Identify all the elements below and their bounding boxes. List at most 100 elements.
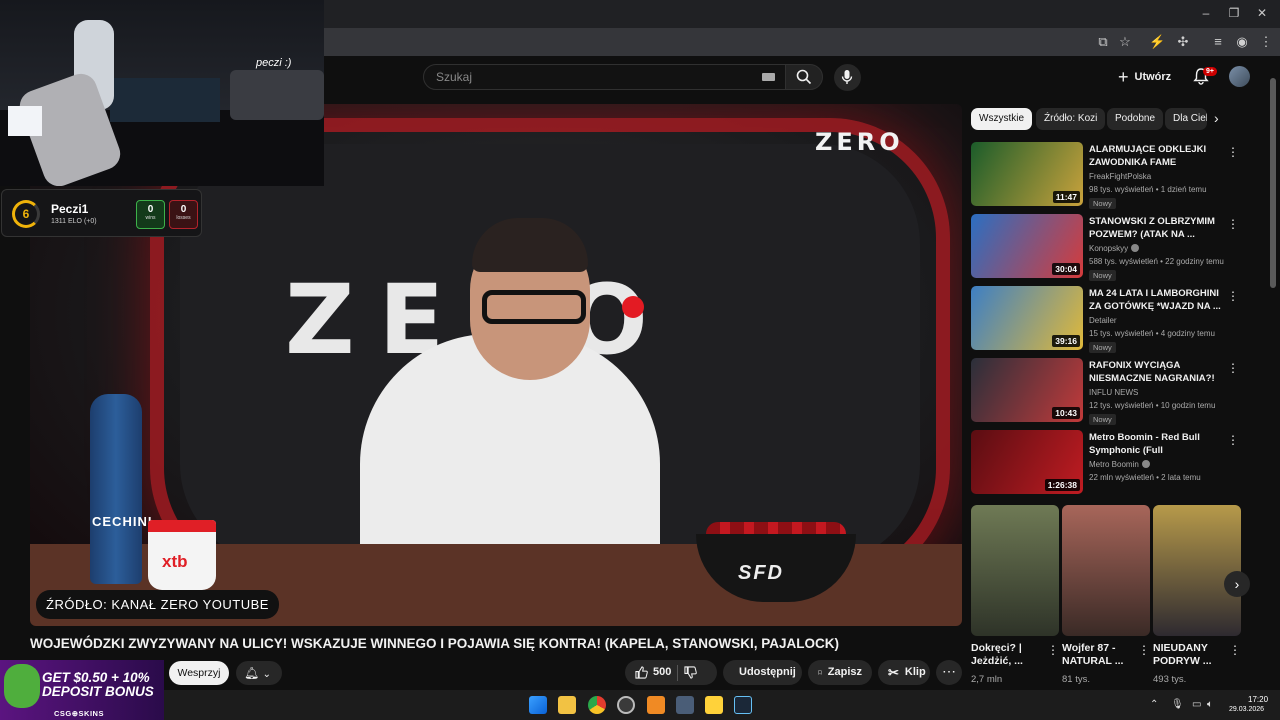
more-vertical-icon[interactable]: ⋮ — [1227, 361, 1239, 375]
more-vertical-icon[interactable]: ⋮ — [1229, 643, 1241, 657]
save-button[interactable]: Zapisz — [808, 660, 872, 685]
keyboard-icon[interactable] — [762, 73, 775, 81]
more-vertical-icon[interactable]: ⋮ — [1227, 289, 1239, 303]
display-icon[interactable]: ▭ — [1192, 699, 1201, 710]
windows-start-icon[interactable] — [529, 696, 547, 714]
microphone-icon — [841, 70, 853, 84]
share-button[interactable]: Udostępnij — [723, 660, 802, 685]
recommendation-thumbnail[interactable]: 1:26:38 — [971, 430, 1083, 494]
clock-date[interactable]: 29.03.2026 — [1229, 706, 1264, 713]
water-bottle — [90, 394, 142, 584]
more-vertical-icon[interactable]: ⋮ — [1047, 643, 1059, 657]
mug-band — [148, 520, 216, 532]
support-button[interactable]: Wesprzyj — [169, 661, 229, 685]
account-avatar[interactable] — [1229, 66, 1250, 87]
new-badge: Nowy — [1089, 270, 1116, 281]
recommendation-item[interactable]: 30:04 STANOWSKI Z OLBRZYMIM POZWEM? (ATAK… — [971, 214, 1241, 281]
recommendation-title[interactable]: ALARMUJĄCE ODKLEJKI ZAWODNIKA FAME (TAŃC… — [1089, 144, 1221, 169]
chevron-right-icon[interactable]: › — [1214, 110, 1219, 126]
streamer-webcam: peczi :) — [0, 0, 324, 186]
install-app-icon[interactable]: ⧉ — [1095, 34, 1111, 50]
media-controls-icon[interactable]: ≡ — [1210, 34, 1226, 49]
search-button[interactable] — [785, 64, 823, 90]
recommendation-title[interactable]: STANOWSKI Z OLBRZYMIM POZWEM? (ATAK NA .… — [1089, 216, 1221, 241]
subscription-bell-button[interactable]: 🔔︎ ⌄ — [236, 661, 282, 685]
view-meta: 98 tys. wyświetleń • 1 dzień temu — [1089, 185, 1207, 194]
chip-similar[interactable]: Podobne — [1107, 108, 1164, 130]
channel-name[interactable]: INFLU NEWS — [1089, 388, 1138, 397]
create-button[interactable]: + Utwórz — [1118, 66, 1171, 88]
recommendation-item[interactable]: 1:26:38 Metro Boomin - Red Bull Symphonic… — [971, 430, 1241, 496]
settings-gear-icon[interactable] — [676, 696, 694, 714]
chip-for-you[interactable]: Dla Ciebie — [1165, 108, 1207, 130]
minimize-icon[interactable]: – — [1198, 6, 1214, 20]
recommendation-item[interactable]: 10:43 RAFONIX WYCIĄGA NIESMACZNE NAGRANIA… — [971, 358, 1241, 425]
recommendation-thumbnail[interactable]: 10:43 — [971, 358, 1083, 422]
tray-chevron-icon[interactable]: ⌃ — [1150, 699, 1158, 710]
recommendation-title[interactable]: MA 24 LATA I LAMBORGHINI ZA GOTÓWKĘ *WJA… — [1089, 288, 1221, 313]
short-item[interactable]: Dokręci? | Jeżdżić, ... 2,7 mln ⋮ — [971, 505, 1059, 687]
file-explorer-icon[interactable] — [558, 696, 576, 714]
view-meta: 12 tys. wyświetleń • 10 godzin temu — [1089, 401, 1216, 410]
promo-brand: CSG⊕SKINS — [54, 709, 104, 718]
more-vertical-icon[interactable]: ⋮ — [1227, 217, 1239, 231]
channel-name[interactable]: Detailer — [1089, 316, 1117, 325]
short-title[interactable]: NIEUDANY PODRYW ... — [1153, 642, 1227, 670]
short-thumbnail[interactable] — [1062, 505, 1150, 636]
channel-name[interactable]: Konopskyy — [1089, 244, 1140, 253]
webcam-light — [8, 106, 42, 136]
promo-banner: GET $0.50 + 10% DEPOSIT BONUS CSG⊕SKINS — [0, 660, 164, 720]
short-views: 2,7 mln — [971, 674, 1003, 685]
shorts-next-button[interactable]: › — [1224, 571, 1250, 597]
close-icon[interactable]: ✕ — [1254, 6, 1270, 20]
short-title[interactable]: Dokręci? | Jeżdżić, ... — [971, 642, 1045, 670]
channel-name[interactable]: Metro Boomin — [1089, 460, 1150, 469]
thumbs-down-icon[interactable] — [684, 666, 698, 679]
channel-label: Metro Boomin — [1089, 460, 1139, 469]
extension-pin-icon[interactable]: ⚡ — [1149, 34, 1165, 50]
chip-source[interactable]: Źródło: Kozi — [1036, 108, 1106, 130]
obs-icon[interactable] — [617, 696, 635, 714]
kick-icon[interactable] — [705, 696, 723, 714]
recommendation-thumbnail[interactable]: 39:16 — [971, 286, 1083, 350]
clip-button[interactable]: ✂ Klip — [878, 660, 930, 685]
recommendation-thumbnail[interactable]: 30:04 — [971, 214, 1083, 278]
aimp-icon[interactable] — [647, 696, 665, 714]
chip-all[interactable]: Wszystkie — [971, 108, 1032, 130]
recommendation-item[interactable]: 39:16 MA 24 LATA I LAMBORGHINI ZA GOTÓWKĘ… — [971, 286, 1241, 353]
more-vertical-icon[interactable]: ⋮ — [1227, 145, 1239, 159]
recommendation-title[interactable]: RAFONIX WYCIĄGA NIESMACZNE NAGRANIA?! ..… — [1089, 360, 1221, 385]
promo-headline: GET $0.50 + 10% — [42, 670, 150, 685]
recommendation-thumbnail[interactable]: 11:47 — [971, 142, 1083, 206]
like-count: 500 — [653, 666, 672, 678]
maximize-icon[interactable]: ❐ — [1226, 6, 1242, 20]
clock-time[interactable]: 17:20 — [1248, 695, 1268, 704]
more-vertical-icon[interactable]: ⋮ — [1227, 433, 1239, 447]
voice-search-button[interactable] — [834, 64, 861, 91]
short-thumbnail[interactable] — [971, 505, 1059, 636]
more-vertical-icon[interactable]: ⋮ — [1138, 643, 1150, 657]
view-meta: 22 mln wyświetleń • 2 lata temu — [1089, 473, 1201, 482]
short-item[interactable]: Wojfer 87 - NATURAL ... 81 tys. ⋮ — [1062, 505, 1150, 687]
more-actions-button[interactable]: ⋯ — [936, 660, 962, 685]
like-button[interactable]: 500 — [635, 660, 671, 685]
volume-icon[interactable]: 🔈︎ — [1207, 699, 1213, 710]
short-title[interactable]: Wojfer 87 - NATURAL ... — [1062, 642, 1136, 670]
search-input[interactable]: Szukaj — [423, 64, 786, 90]
skill-level-badge: 6 — [12, 200, 40, 228]
channel-name[interactable]: FreakFightPolska — [1089, 172, 1151, 181]
page-scrollbar[interactable] — [1270, 78, 1276, 288]
chrome-icon[interactable] — [588, 696, 606, 714]
short-item[interactable]: NIEUDANY PODRYW ... 493 tys. ⋮ — [1153, 505, 1241, 687]
short-thumbnail[interactable] — [1153, 505, 1241, 636]
microphone-tray-icon[interactable]: 🎙︎ — [1171, 699, 1184, 710]
bookmark-star-icon[interactable]: ☆ — [1117, 34, 1133, 50]
browser-menu-icon[interactable]: ⋮ — [1258, 34, 1274, 50]
profile-icon[interactable]: ◉ — [1234, 34, 1250, 50]
wins-label: wins — [145, 215, 156, 221]
recommendation-item[interactable]: 11:47 ALARMUJĄCE ODKLEJKI ZAWODNIKA FAME … — [971, 142, 1241, 209]
channel-label: Detailer — [1089, 316, 1117, 325]
steam-icon[interactable] — [734, 696, 752, 714]
recommendation-title[interactable]: Metro Boomin - Red Bull Symphonic (Full … — [1089, 432, 1221, 457]
extensions-icon[interactable]: ✣ — [1175, 34, 1191, 50]
